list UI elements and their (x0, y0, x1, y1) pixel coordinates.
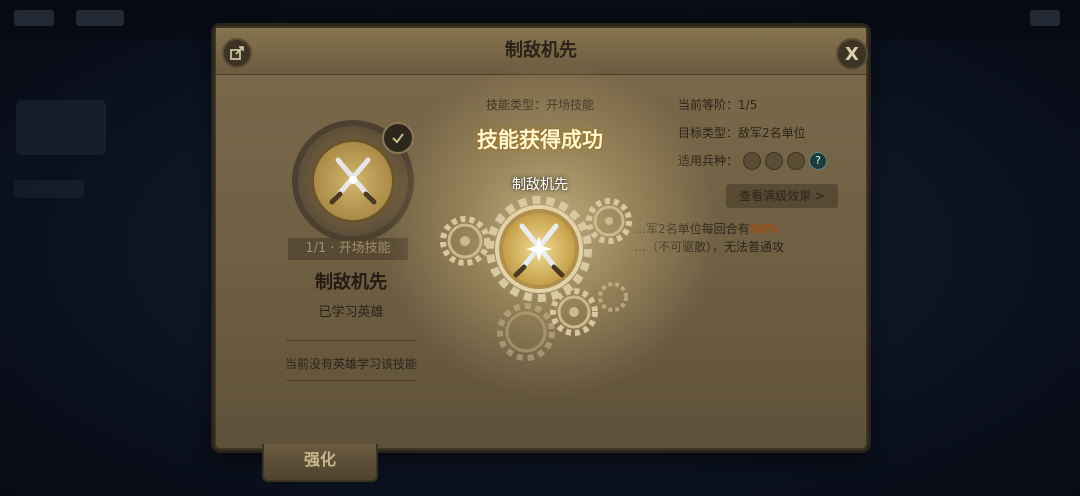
gear-icon (440, 216, 490, 266)
unit-type-icon (765, 152, 783, 170)
current-level-value: 1/5 (738, 98, 758, 112)
help-icon[interactable]: ? (809, 152, 827, 170)
background-panel (14, 180, 84, 198)
description-line: …（不可驱散），无法普通攻 (634, 240, 785, 254)
close-button[interactable]: X (836, 38, 868, 70)
skill-name: 制敌机先 (315, 272, 387, 293)
blurred-top-item (1030, 10, 1060, 26)
skill-description: …军2名单位每回合有30% …（不可驱散），无法普通攻 (634, 220, 784, 256)
skill-icon (311, 139, 395, 223)
unit-type-icons: ? (743, 152, 827, 170)
current-level-label: 当前等阶： (678, 98, 739, 112)
skill-type-value: 开场技能 (546, 98, 595, 112)
description-line: …军2名单位每回合有30% (634, 220, 784, 238)
unit-type-icon (743, 152, 761, 170)
share-icon (230, 46, 244, 60)
unit-type-icon (787, 152, 805, 170)
view-max-level-button[interactable]: 查看满级效果 > (726, 184, 838, 208)
no-hero-note: 当前没有英雄学习该技能 (284, 357, 417, 371)
learned-status: 已学习英雄 (318, 305, 384, 320)
applicable-units-row: 适用兵种： (678, 152, 738, 169)
skill-type-label: 技能类型： (486, 98, 547, 112)
background-panel (16, 100, 106, 155)
acquired-skill-name: 制敌机先 (512, 177, 568, 193)
skill-level-tag: 1/1 · 开场技能 (288, 238, 408, 260)
skill-type-row: 技能类型：开场技能 (486, 96, 594, 113)
success-title: 技能获得成功 (477, 128, 603, 152)
close-icon: X (845, 43, 859, 65)
blurred-top-item (76, 10, 124, 26)
description-highlight: 30% (749, 222, 779, 236)
crossed-swords-icon (329, 157, 377, 205)
divider (286, 380, 416, 381)
applicable-units-label: 适用兵种： (678, 154, 739, 168)
check-icon (392, 133, 404, 144)
share-button[interactable] (222, 38, 252, 68)
target-type-row: 目标类型：敌军2名单位 (678, 124, 806, 141)
target-type-value: 敌军2名单位 (738, 126, 806, 140)
target-type-label: 目标类型： (678, 126, 739, 140)
gear-icon (598, 282, 628, 312)
modal-title: 制敌机先 (505, 40, 577, 61)
skill-gear-emblem (486, 196, 592, 302)
current-level-row: 当前等阶：1/5 (678, 96, 757, 113)
blurred-top-item (14, 10, 54, 26)
gear-icon (497, 303, 555, 361)
learned-check-badge (382, 122, 414, 154)
description-text: …军2名单位每回合有 (634, 222, 750, 236)
divider (286, 340, 416, 341)
tab-strengthen[interactable]: 强化 (262, 444, 378, 482)
